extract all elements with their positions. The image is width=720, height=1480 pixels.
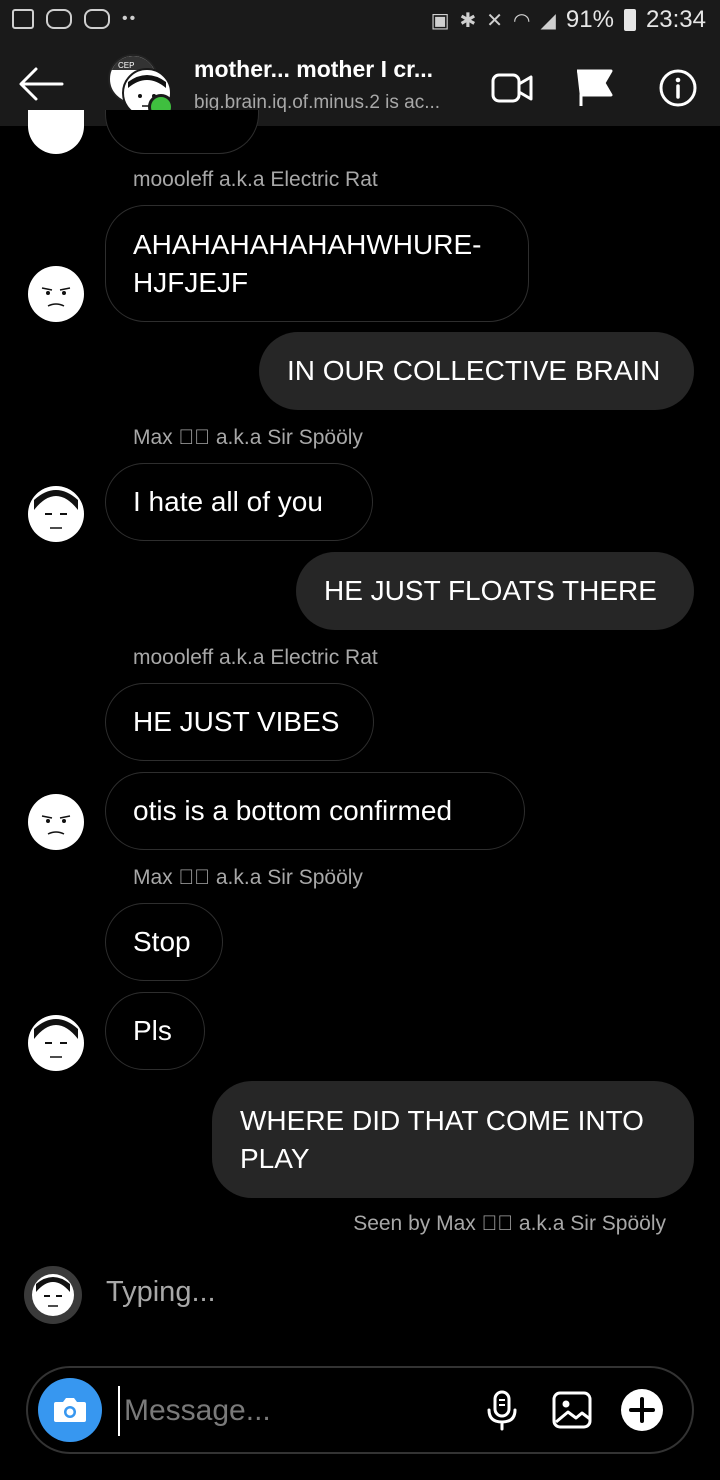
battery-percent: 91% <box>565 6 614 33</box>
message-bubble-incoming[interactable]: otis is a bottom confirmed <box>105 772 525 850</box>
status-bar: •• ▣ ✱ ✕ ◠ ◢ 91% 23:34 <box>0 0 720 44</box>
message-text: HE JUST VIBES <box>133 706 340 737</box>
message-bubble-outgoing[interactable]: WHERE DID THAT COME INTO PLAY <box>212 1081 694 1198</box>
more-actions-button[interactable] <box>618 1386 666 1434</box>
game-controller-icon <box>84 9 110 29</box>
message-bubble-outgoing[interactable]: HE JUST FLOATS THERE <box>296 552 694 630</box>
message-text: PLAY <box>240 1142 310 1174</box>
message-bubble-incoming[interactable]: AHAHAHAHAHAHWHURE- HJFJEJF <box>105 205 529 322</box>
gallery-icon <box>12 9 34 29</box>
message-text: IN OUR COLLECTIVE BRAIN <box>287 355 661 386</box>
message-composer <box>26 1366 694 1454</box>
arrow-left-icon <box>19 67 64 101</box>
message-text: Stop <box>133 926 191 957</box>
message-bubble-incoming[interactable]: Stop <box>105 903 223 981</box>
message-text: HE JUST FLOATS THERE <box>324 575 657 606</box>
wifi-icon: ◠ <box>513 9 531 32</box>
report-flag-button[interactable] <box>572 68 616 108</box>
bluetooth-icon: ✱ <box>459 9 477 32</box>
chat-title[interactable]: mother... mother I cr... <box>194 56 433 83</box>
seen-receipt: Seen by Max  🗡 a.k.a Sir Spööly <box>353 1212 666 1235</box>
message-bubble-partial[interactable] <box>105 110 259 154</box>
gallery-button[interactable] <box>548 1386 596 1434</box>
message-bubble-incoming[interactable]: Pls <box>105 992 205 1070</box>
message-bubble-outgoing[interactable]: IN OUR COLLECTIVE BRAIN <box>259 332 694 410</box>
mute-icon: ✕ <box>486 9 504 32</box>
avatar <box>28 266 84 322</box>
typing-avatar <box>24 1266 82 1324</box>
sender-name: moooleff a.k.a Electric Rat <box>133 168 378 191</box>
flag-icon <box>577 69 613 106</box>
voice-message-button[interactable] <box>478 1386 526 1434</box>
system-icons: ▣ ✱ ✕ ◠ ◢ 91% 23:34 <box>431 6 706 34</box>
microphone-icon <box>487 1390 517 1431</box>
game-controller-icon <box>46 9 72 29</box>
avatar-badge-text: CEP <box>118 61 134 70</box>
signal-icon: ◢ <box>540 9 556 32</box>
back-button[interactable] <box>18 66 64 102</box>
sender-name: moooleff a.k.a Electric Rat <box>133 646 378 669</box>
video-call-button[interactable] <box>490 68 534 108</box>
avatar <box>28 486 84 542</box>
info-icon <box>659 69 697 107</box>
avatar <box>28 794 84 850</box>
sender-name: Max  🗡 a.k.a Sir Spööly <box>133 866 363 889</box>
group-avatar[interactable]: CEP <box>108 54 174 120</box>
message-bubble-incoming[interactable]: I hate all of you <box>105 463 373 541</box>
lock-icon: ▣ <box>430 9 450 32</box>
camera-button[interactable] <box>38 1378 102 1442</box>
message-text: HJFJEJF <box>133 266 249 298</box>
message-text: otis is a bottom confirmed <box>133 795 453 826</box>
clock: 23:34 <box>645 6 706 33</box>
message-text: AHAHAHAHAHAHWHURE- <box>133 228 482 260</box>
video-camera-icon <box>491 73 533 103</box>
more-dots-icon: •• <box>122 10 138 27</box>
message-text: Pls <box>133 1015 172 1046</box>
camera-icon <box>54 1398 86 1422</box>
battery-icon <box>623 9 636 31</box>
message-input[interactable] <box>118 1386 466 1436</box>
plus-circle-icon <box>621 1389 663 1431</box>
image-icon <box>552 1391 592 1429</box>
info-button[interactable] <box>656 68 700 108</box>
typing-indicator: Typing... <box>106 1276 216 1308</box>
message-text: WHERE DID THAT COME INTO <box>240 1104 644 1136</box>
message-bubble-incoming[interactable]: HE JUST VIBES <box>105 683 374 761</box>
sender-name: Max  🗡 a.k.a Sir Spööly <box>133 426 363 449</box>
notification-icons: •• <box>12 9 137 29</box>
avatar <box>28 110 84 154</box>
message-text: I hate all of you <box>133 486 323 517</box>
avatar <box>28 1015 84 1071</box>
